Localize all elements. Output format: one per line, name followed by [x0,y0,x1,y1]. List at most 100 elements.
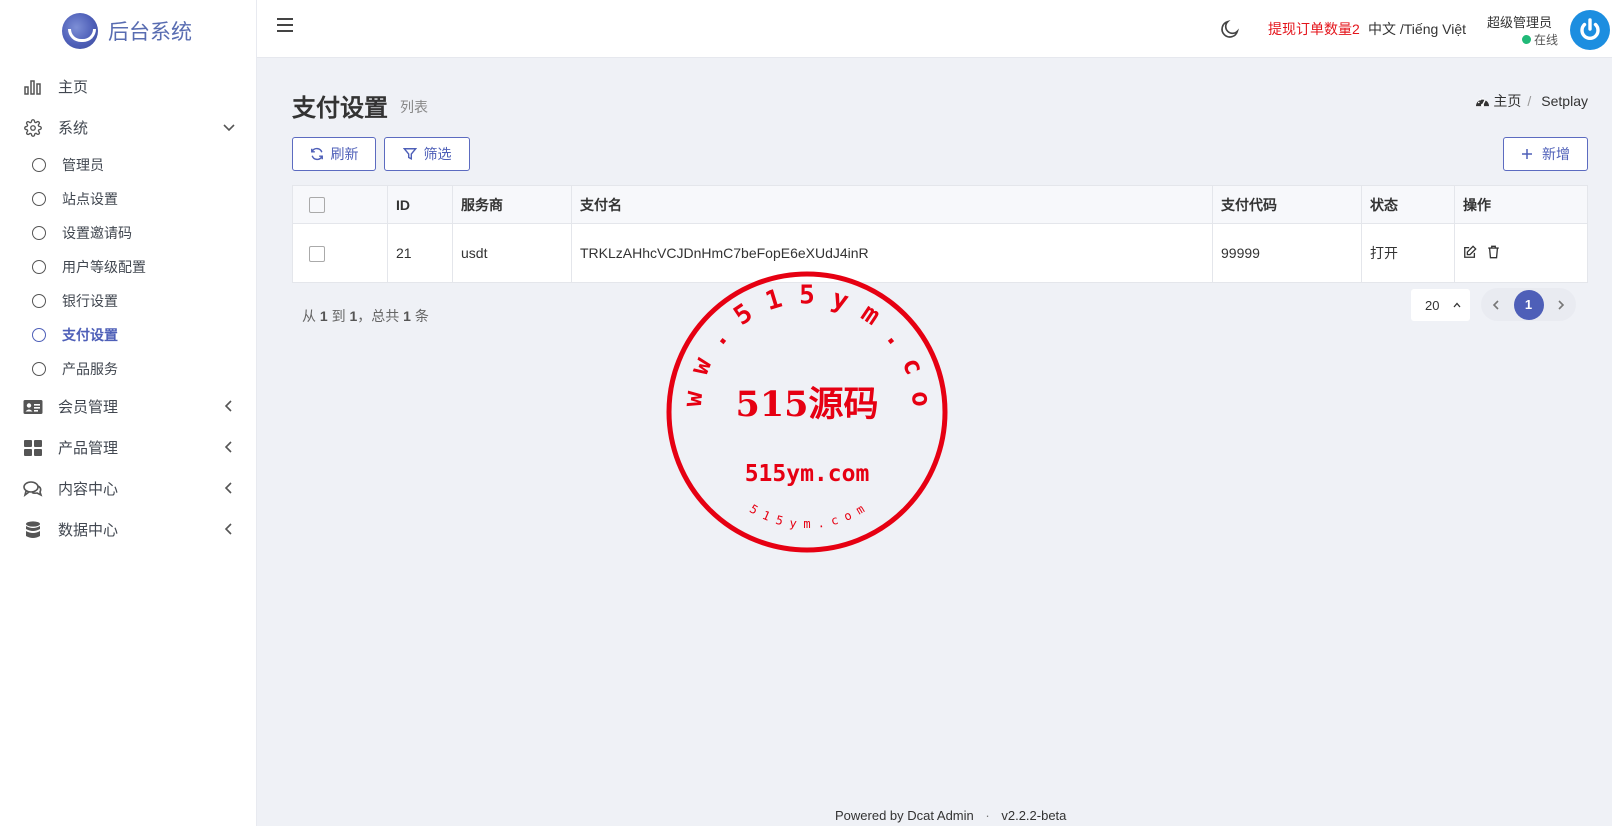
sidebar-item-system[interactable]: 系统 [0,107,256,148]
page-title: 支付设置 [292,95,388,122]
row-checkbox[interactable] [309,245,325,262]
filter-button[interactable]: 筛选 [384,137,470,171]
moon-icon[interactable] [1219,18,1241,40]
select-all-cell [292,185,388,224]
circle-icon [32,328,46,342]
chevron-down-icon [223,124,235,132]
sidebar-subitem-admins[interactable]: 管理员 [0,148,256,182]
comments-icon [23,479,43,499]
hamburger-menu-icon[interactable] [277,18,293,32]
brand[interactable]: 后台系统 [0,0,256,62]
next-page-icon[interactable] [1556,299,1566,311]
sidebar-subitem-site-settings[interactable]: 站点设置 [0,182,256,216]
summary-unit: 条 [414,308,429,324]
cell-actions [1454,223,1588,283]
row-select-cell [292,223,388,283]
top-navbar: 提现订单数量2 中文 /Tiếng Việt 超级管理员 在线 [257,0,1612,58]
refresh-button[interactable]: 刷新 [292,137,376,171]
user-name[interactable]: 超级管理员 [1487,12,1552,31]
column-header-provider: 服务商 [452,185,572,224]
watermark-ring-bottom: 5 1 5 y m . c o m [747,502,867,532]
sidebar-item-content[interactable]: 内容中心 [0,468,256,509]
trash-icon[interactable] [1487,245,1500,259]
circle-icon [32,192,46,206]
sidebar-subitem-label: 站点设置 [62,191,118,207]
circle-icon [32,260,46,274]
sidebar-item-label: 会员管理 [58,399,119,416]
pagination-summary: 从 1 到 1，总共 1 条 [302,306,429,326]
sidebar-subitem-label: 设置邀请码 [62,225,132,241]
page-current[interactable]: 1 [1513,289,1544,320]
chevron-left-icon [224,523,232,535]
per-page-select[interactable]: 20 [1411,289,1470,321]
breadcrumb: 主页 / Setplay [1475,91,1588,111]
select-all-checkbox[interactable] [309,197,325,214]
summary-total: 1 [403,308,411,324]
sidebar-item-data[interactable]: 数据中心 [0,509,256,550]
circle-icon [32,294,46,308]
table-header-row: ID 服务商 支付名 支付代码 状态 操作 [292,185,1588,224]
plus-icon [1522,149,1532,159]
edit-icon[interactable] [1463,244,1477,259]
avatar[interactable] [1570,10,1610,50]
refresh-icon [310,147,323,161]
column-header-payment-name: 支付名 [571,185,1213,224]
bar-chart-icon [23,77,43,97]
grid-icon [23,438,43,458]
breadcrumb-home[interactable]: 主页 [1493,91,1521,111]
watermark-sub: 515ym.com [745,461,870,487]
sidebar-item-products[interactable]: 产品管理 [0,427,256,468]
sidebar-item-home[interactable]: 主页 [0,66,256,107]
filter-button-label: 筛选 [423,146,452,162]
watermark-stamp: w w w . 5 1 5 y m . c o m 515源码 515ym.co… [665,270,948,553]
circle-icon [32,226,46,240]
footer-version: v2.2.2-beta [1001,808,1067,823]
sidebar-subitem-label: 银行设置 [62,293,118,309]
database-icon [23,520,43,540]
sidebar-item-label: 系统 [58,120,89,137]
sidebar-subitem-bank-settings[interactable]: 银行设置 [0,284,256,318]
footer-powered-by: Powered by [835,808,904,823]
sidebar-subitem-invite-codes[interactable]: 设置邀请码 [0,216,256,250]
column-header-payment-code: 支付代码 [1212,185,1362,224]
sidebar-subitem-user-levels[interactable]: 用户等级配置 [0,250,256,284]
summary-to-label: 到 [331,308,346,324]
brand-name: 后台系统 [108,21,192,44]
watermark-main: 515源码 [735,384,878,425]
pagination: 1 [1481,288,1576,321]
sidebar-subitem-label: 产品服务 [62,361,118,377]
sidebar-item-label: 主页 [58,79,89,96]
online-dot-icon [1522,35,1531,44]
add-new-button[interactable]: 新增 [1503,137,1588,171]
breadcrumb-separator: / [1527,93,1532,109]
summary-prefix: 从 [302,308,316,324]
id-card-icon [23,397,43,417]
sidebar-item-members[interactable]: 会员管理 [0,386,256,427]
sidebar-item-label: 数据中心 [58,522,119,539]
summary-from: 1 [319,308,328,324]
circle-icon [32,362,46,376]
sidebar-subitem-payment-settings[interactable]: 支付设置 [0,318,256,352]
payment-settings-table: ID 服务商 支付名 支付代码 状态 操作 21 usdt TRKLzAHhcV… [292,185,1588,283]
column-header-id[interactable]: ID [387,185,453,224]
dashboard-gauge-icon [1476,97,1490,107]
sidebar-subitem-label: 管理员 [62,157,104,173]
add-new-button-label: 新增 [1542,146,1570,162]
cell-payment-code: 99999 [1212,223,1362,283]
cell-status: 打开 [1361,223,1455,283]
sidebar-subitem-product-services[interactable]: 产品服务 [0,352,256,386]
withdraw-order-count-link[interactable]: 提现订单数量2 [1268,19,1360,39]
column-header-actions: 操作 [1454,185,1588,224]
language-switch[interactable]: 中文 /Tiếng Việt [1368,19,1466,39]
chevron-left-icon [224,482,232,494]
gear-icon [23,118,43,138]
chevron-left-icon [224,400,232,412]
chevron-left-icon [224,441,232,453]
chevron-up-icon [1453,302,1461,308]
sidebar: 后台系统 主页 系统 管理员 站点设置 设置邀请码 用户等级配置 银行设置 支付… [0,0,257,826]
prev-page-icon[interactable] [1491,299,1501,311]
sidebar-subitem-label: 用户等级配置 [62,259,146,275]
circle-icon [32,158,46,172]
footer-product-link[interactable]: Dcat Admin [907,808,973,823]
cell-id: 21 [387,223,453,283]
